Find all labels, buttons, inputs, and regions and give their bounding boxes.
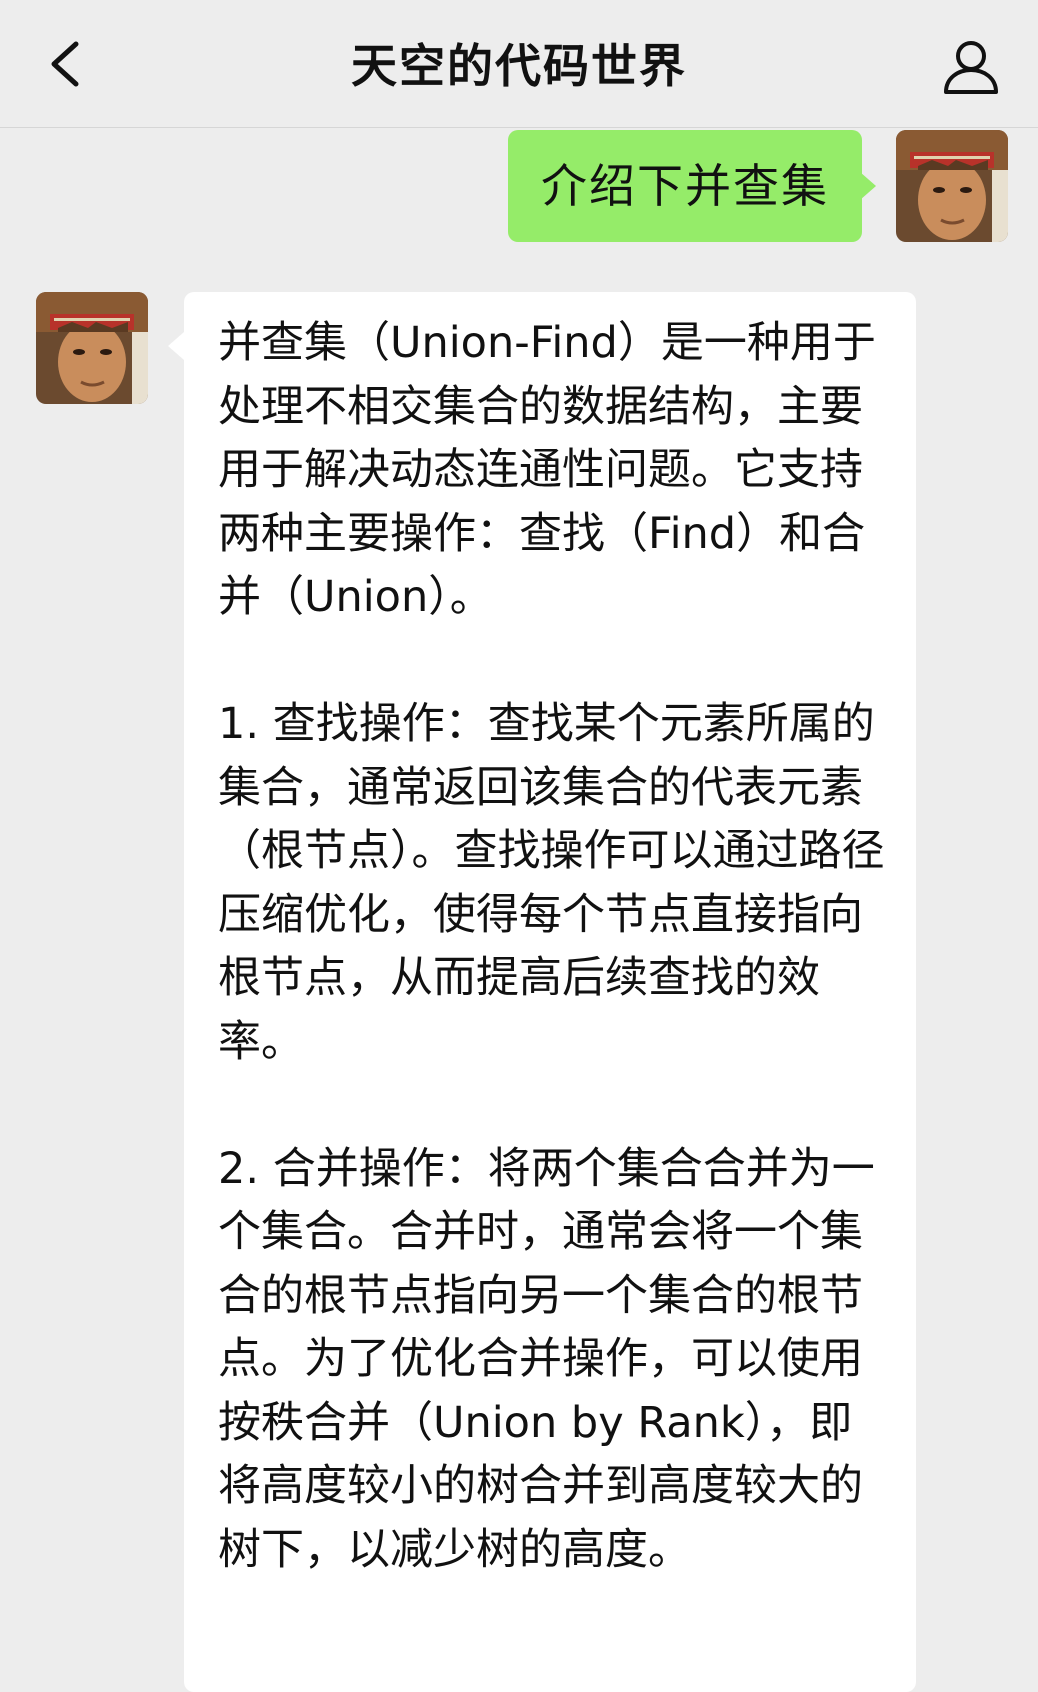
- outgoing-message-bubble[interactable]: 介绍下并查集: [508, 130, 876, 242]
- incoming-message-bubble[interactable]: 并查集（Union-Find）是一种用于处理不相交集合的数据结构，主要用于解决动…: [168, 292, 916, 1692]
- outgoing-message-text: 介绍下并查集: [541, 159, 829, 213]
- my-avatar[interactable]: [896, 130, 1008, 242]
- contact-avatar[interactable]: [36, 292, 148, 404]
- message-paragraph-union: 2. 合并操作：将两个集合合并为一个集合。合并时，通常会将一个集合的根节点指向另…: [218, 1143, 875, 1575]
- message-paragraph-find: 1. 查找操作：查找某个元素所属的集合，通常返回该集合的代表元素（根节点）。查找…: [218, 699, 885, 1067]
- back-button[interactable]: [40, 34, 96, 94]
- chat-info-button[interactable]: [940, 36, 1002, 98]
- chevron-left-icon: [40, 34, 96, 94]
- chat-title: 天空的代码世界: [351, 39, 687, 93]
- person-icon: [940, 41, 1002, 102]
- message-paragraph-intro: 并查集（Union-Find）是一种用于处理不相交集合的数据结构，主要用于解决动…: [218, 318, 876, 622]
- chat-header: 天空的代码世界: [0, 0, 1038, 128]
